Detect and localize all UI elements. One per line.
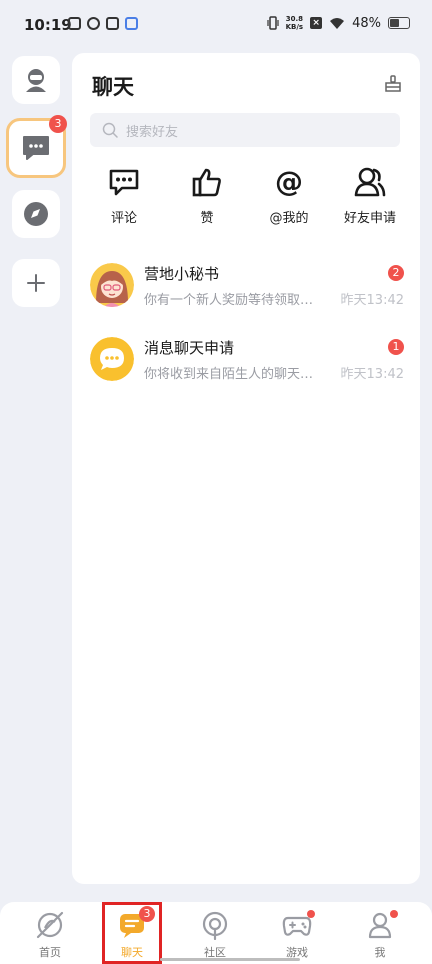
nav-games[interactable]: 游戏 [267, 910, 327, 960]
chat-time: 昨天13:42 [340, 367, 404, 382]
status-bar: 10:19 30.8 KB/s × 48% [0, 0, 432, 50]
avatar-icon [26, 69, 46, 92]
page-title: 聊天 [92, 75, 134, 99]
notification-app-icon [125, 17, 138, 30]
at-icon: @ [275, 167, 303, 197]
nav-community[interactable]: 社区 [185, 910, 245, 960]
chat-preview: 你有一个新人奖励等待领取，快来看看吧 [144, 293, 324, 308]
clear-unread-icon[interactable] [384, 75, 402, 93]
no-sim-icon: × [310, 17, 323, 29]
quick-action-comments[interactable]: 评论 [84, 165, 164, 226]
chat-preview: 你将收到来自陌生人的聊天申请消息 [144, 367, 324, 382]
avatar [90, 263, 134, 307]
chat-bubble-icon [23, 136, 49, 160]
chat-panel: 聊天 搜索好友 评论 赞 @ @我的 好友申请 营地小秘书 2 你有一个新人奖励… [72, 53, 420, 884]
nav-games-dot [307, 910, 315, 918]
nav-home[interactable]: 首页 [20, 910, 80, 960]
home-indicator [160, 958, 300, 961]
thumbs-up-icon [192, 168, 221, 197]
home-icon [36, 911, 64, 939]
quick-actions: 评论 赞 @ @我的 好友申请 [72, 165, 420, 235]
quick-action-friend-requests[interactable]: 好友申请 [330, 165, 410, 226]
status-time: 10:19 [24, 16, 72, 34]
status-right: 30.8 KB/s × 48% [267, 15, 410, 31]
status-notification-icons [68, 17, 138, 30]
nav-profile[interactable]: 我 [350, 910, 410, 960]
chat-name: 消息聊天申请 [144, 339, 235, 357]
unread-badge: 1 [388, 339, 404, 355]
community-icon [202, 911, 228, 941]
nav-chat[interactable]: 3 聊天 [102, 906, 162, 960]
chat-list-item[interactable]: 营地小秘书 2 你有一个新人奖励等待领取，快来看看吧 昨天13:42 [88, 263, 404, 319]
rail-discover-button[interactable] [12, 190, 60, 238]
quick-action-mentions[interactable]: @ @我的 [249, 165, 329, 226]
comment-icon [109, 169, 139, 196]
notification-app-icon [87, 17, 100, 30]
battery-icon [388, 17, 410, 29]
unread-badge: 2 [388, 265, 404, 281]
message-request-icon [90, 337, 134, 381]
search-input[interactable]: 搜索好友 [90, 113, 400, 147]
notification-app-icon [68, 17, 81, 30]
compass-icon [24, 202, 48, 226]
svg-text:@: @ [275, 167, 303, 197]
bottom-nav: 首页 3 聊天 社区 游戏 我 [0, 902, 432, 964]
rail-chat-badge: 3 [49, 115, 67, 133]
notification-app-icon [106, 17, 119, 30]
wifi-icon [330, 17, 345, 29]
secretary-avatar-icon [90, 263, 134, 307]
avatar [90, 337, 134, 381]
vibrate-icon [267, 16, 279, 30]
search-icon [102, 122, 118, 138]
quick-action-likes[interactable]: 赞 [167, 165, 247, 226]
chat-list-item[interactable]: 消息聊天申请 1 你将收到来自陌生人的聊天申请消息 昨天13:42 [88, 337, 404, 393]
rail-chat-button[interactable]: 3 [6, 115, 67, 178]
plus-icon [27, 274, 45, 292]
chat-name: 营地小秘书 [144, 265, 220, 283]
nav-profile-dot [390, 910, 398, 918]
rail-add-button[interactable] [12, 259, 60, 307]
chat-time: 昨天13:42 [340, 293, 404, 308]
search-placeholder: 搜索好友 [126, 124, 179, 140]
rail-profile-button[interactable] [12, 56, 60, 104]
nav-chat-badge: 3 [139, 906, 155, 922]
friend-request-icon [354, 167, 386, 197]
battery-percent: 48% [352, 15, 381, 31]
network-speed: 30.8 KB/s [285, 15, 304, 31]
